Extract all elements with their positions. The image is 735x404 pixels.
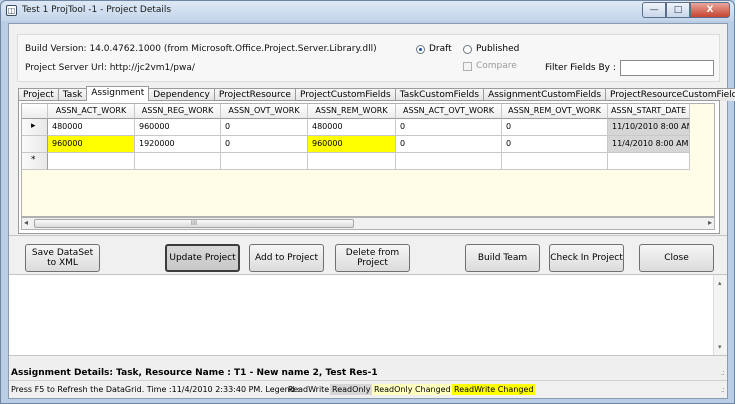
assignment-details-text: Assignment Details: Task, Resource Name …: [11, 368, 378, 378]
published-radio-label: Published: [476, 44, 520, 54]
row-header[interactable]: *: [22, 153, 48, 170]
grid-cell[interactable]: 960000: [135, 119, 221, 136]
column-header[interactable]: ASSN_REG_WORK: [135, 104, 221, 119]
row-header[interactable]: [22, 136, 48, 153]
title-bar[interactable]: ◫ Test 1 ProjTool -1 - Project Details —…: [1, 1, 734, 21]
compare-checkbox-box[interactable]: [463, 61, 472, 71]
close-button[interactable]: Close: [639, 244, 714, 272]
compare-checkbox[interactable]: Compare: [463, 61, 517, 71]
grid-cell[interactable]: [308, 153, 396, 170]
grid-cell[interactable]: 0: [502, 119, 608, 136]
action-button-bar: Save DataSet to XML Update Project Add t…: [9, 235, 727, 272]
published-radio-dot[interactable]: [463, 44, 472, 54]
column-header[interactable]: ASSN_ACT_OVT_WORK: [396, 104, 502, 119]
grid-cell[interactable]: 0: [396, 136, 502, 153]
minimize-button[interactable]: —: [642, 2, 666, 18]
grid-cell[interactable]: 1920000: [135, 136, 221, 153]
column-header[interactable]: ASSN_OVT_WORK: [221, 104, 308, 119]
compare-checkbox-label: Compare: [476, 61, 517, 71]
grid-cell[interactable]: [608, 153, 690, 170]
tab-assignment[interactable]: Assignment: [86, 86, 150, 101]
scroll-down-icon[interactable]: ▾: [718, 343, 722, 351]
published-radio[interactable]: Published: [463, 44, 519, 54]
scroll-up-icon[interactable]: ▴: [718, 279, 722, 287]
grid-cell[interactable]: 0: [502, 136, 608, 153]
app-window-icon[interactable]: ◫: [6, 5, 17, 16]
grid-cell[interactable]: 0: [221, 136, 308, 153]
add-to-project-button[interactable]: Add to Project: [249, 244, 324, 272]
update-project-button[interactable]: Update Project: [165, 244, 240, 272]
assignment-datagrid[interactable]: ASSN_ACT_WORK ASSN_REG_WORK ASSN_OVT_WORK A…: [21, 103, 715, 217]
grid-cell[interactable]: [48, 153, 135, 170]
filter-label: Filter Fields By :: [545, 63, 616, 73]
grid-horizontal-scrollbar[interactable]: ◂ III ▸: [21, 217, 715, 230]
row-header[interactable]: ▸: [22, 119, 48, 136]
save-dataset-button[interactable]: Save DataSet to XML: [25, 244, 100, 272]
grid-cell[interactable]: 960000: [48, 136, 135, 153]
assignment-tab-panel: ASSN_ACT_WORK ASSN_REG_WORK ASSN_OVT_WORK A…: [18, 100, 720, 234]
column-header[interactable]: ASSN_ACT_WORK: [48, 104, 135, 119]
build-version-label: Build Version: 14.0.4762.1000 (from Micr…: [25, 44, 377, 54]
grid-cell[interactable]: [396, 153, 502, 170]
grid-cell[interactable]: 480000: [48, 119, 135, 136]
maximize-button[interactable]: □: [666, 2, 690, 18]
check-in-project-button[interactable]: Check In Project: [549, 244, 624, 272]
scroll-right-icon[interactable]: ▸: [708, 218, 712, 227]
column-header[interactable]: ASSN_REM_OVT_WORK: [502, 104, 608, 119]
resize-grip-icon[interactable]: .:: [721, 368, 725, 377]
status-bar: Press F5 to Refresh the DataGrid. Time :…: [9, 380, 727, 398]
window-controls: — □ X: [642, 2, 730, 18]
window-title: Test 1 ProjTool -1 - Project Details: [22, 5, 172, 15]
grid-cell[interactable]: 0: [396, 119, 502, 136]
draft-radio[interactable]: Draft: [416, 44, 452, 54]
grid-cell[interactable]: [502, 153, 608, 170]
status-refresh-text: Press F5 to Refresh the DataGrid. Time :…: [11, 385, 301, 394]
scroll-left-icon[interactable]: ◂: [24, 218, 28, 227]
assignment-details-bar: Assignment Details: Task, Resource Name …: [9, 358, 727, 380]
project-details-window: ◫ Test 1 ProjTool -1 - Project Details —…: [0, 0, 735, 404]
server-url-label: Project Server Url: http://jc2vm1/pwa/: [25, 63, 195, 73]
draft-radio-label: Draft: [429, 44, 452, 54]
filter-fields-input[interactable]: [620, 60, 714, 76]
grid-corner-header[interactable]: [22, 104, 48, 119]
lower-vertical-scrollbar[interactable]: ▴ ▾: [713, 275, 727, 355]
legend-readwrite-changed: ReadWrite Changed: [452, 384, 536, 395]
grid-cell[interactable]: [221, 153, 308, 170]
client-area: Build Version: 14.0.4762.1000 (from Micr…: [8, 23, 735, 399]
delete-from-project-button[interactable]: Delete from Project: [335, 244, 410, 272]
status-grip-icon[interactable]: .:: [721, 385, 725, 394]
tab-strip: Project Task Assignment Dependency ProjectRe…: [18, 86, 735, 101]
lower-detail-panel[interactable]: ▴ ▾: [9, 274, 727, 356]
scroll-thumb[interactable]: III: [34, 219, 354, 228]
legend-readonly-changed: ReadOnly Changed: [372, 384, 453, 395]
legend-readonly: ReadOnly: [330, 384, 373, 395]
grid-cell[interactable]: 960000: [308, 136, 396, 153]
grid-cell[interactable]: [135, 153, 221, 170]
grid-cell[interactable]: 480000: [308, 119, 396, 136]
info-panel: Build Version: 14.0.4762.1000 (from Micr…: [17, 34, 720, 82]
grid-cell[interactable]: 11/10/2010 8:00 AM: [608, 119, 690, 136]
close-window-button[interactable]: X: [690, 2, 730, 18]
column-header[interactable]: ASSN_REM_WORK: [308, 104, 396, 119]
grid-cell[interactable]: 0: [221, 119, 308, 136]
column-header[interactable]: ASSN_START_DATE: [608, 104, 690, 119]
legend-readwrite: ReadWrite: [288, 385, 330, 394]
grid-cell[interactable]: 11/4/2010 8:00 AM: [608, 136, 690, 153]
build-team-button[interactable]: Build Team: [465, 244, 540, 272]
draft-radio-dot[interactable]: [416, 44, 425, 54]
